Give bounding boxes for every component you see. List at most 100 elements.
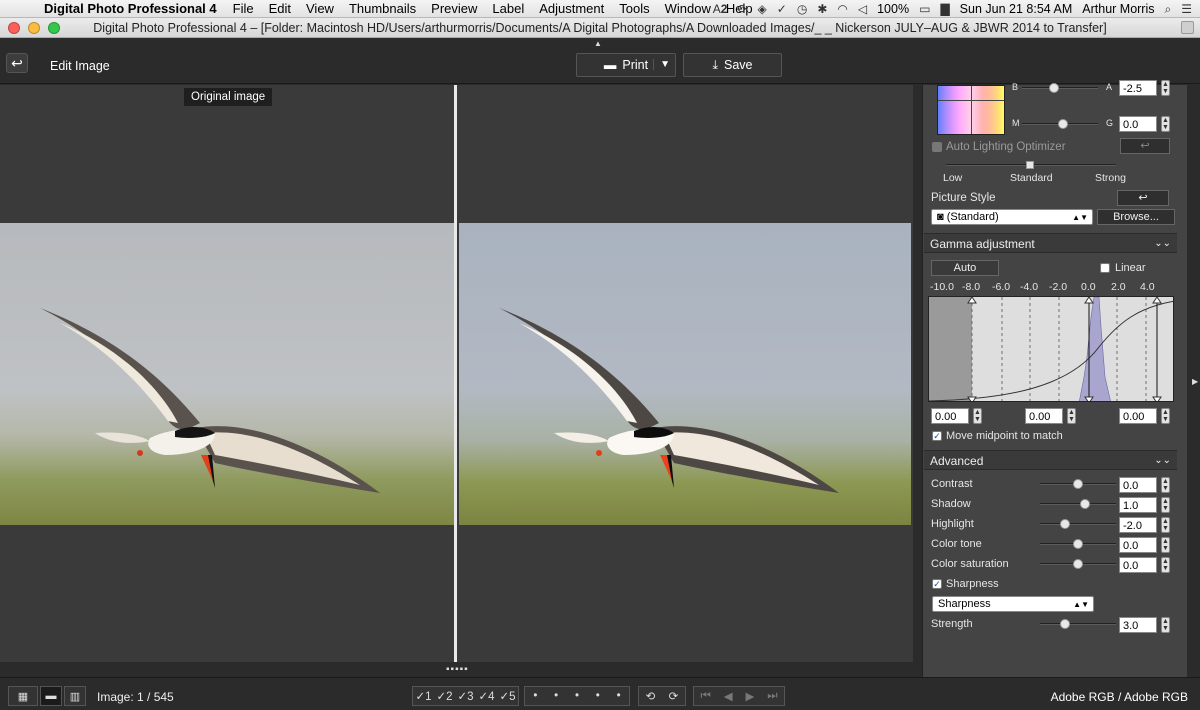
gamma-black-point-stepper[interactable]: ▲ ▼ xyxy=(973,408,982,424)
original-image[interactable] xyxy=(0,223,454,525)
menu-preview[interactable]: Preview xyxy=(431,1,477,16)
collapse-toolbar-icon[interactable]: ▲ xyxy=(594,39,602,48)
alo-level-slider[interactable] xyxy=(946,160,1116,170)
gamma-black-point-input[interactable]: 0.00 xyxy=(931,408,969,424)
gamma-histogram[interactable] xyxy=(928,296,1174,402)
alo-reset-button[interactable]: ↩ xyxy=(1120,138,1170,154)
print-button[interactable]: ▬ Print ▼ xyxy=(576,53,676,77)
adobe-icon[interactable]: A2 xyxy=(713,2,728,16)
rotate-left-icon[interactable]: ⟲ xyxy=(646,689,656,703)
app-menu[interactable]: Digital Photo Professional 4 xyxy=(44,1,217,16)
color-saturation-input[interactable]: 0.0 xyxy=(1119,557,1157,573)
sharpness-mode-select[interactable]: Sharpness ▲▼ xyxy=(932,596,1094,612)
color-saturation-stepper[interactable]: ▲ ▼ xyxy=(1161,557,1170,573)
move-midpoint-checkbox[interactable]: ✓ xyxy=(932,431,942,441)
g-value-stepper[interactable]: ▲ ▼ xyxy=(1161,116,1170,132)
check-icon[interactable]: ✓ xyxy=(777,2,787,16)
strength-slider[interactable] xyxy=(1040,619,1116,629)
panel-collapse-strip[interactable]: ▶ xyxy=(1188,85,1200,677)
next-image-icon[interactable]: ▶ xyxy=(745,689,754,703)
single-view-button[interactable]: ▬ xyxy=(40,686,62,706)
flag-icon[interactable]: ▇ xyxy=(940,2,949,16)
gamma-section-header[interactable]: Gamma adjustment ⌄⌄ xyxy=(924,233,1177,253)
volume-icon[interactable]: ◁ xyxy=(858,2,867,16)
grid-view-button[interactable]: ▦ xyxy=(8,686,38,706)
sync-icon[interactable]: ⟳ xyxy=(737,2,747,16)
contrast-stepper[interactable]: ▲ ▼ xyxy=(1161,477,1170,493)
color-tone-slider[interactable] xyxy=(1040,539,1116,549)
star-dot[interactable]: • xyxy=(617,690,621,702)
color-tone-stepper[interactable]: ▲ ▼ xyxy=(1161,537,1170,553)
star-dot[interactable]: • xyxy=(575,690,579,702)
time-machine-icon[interactable]: ◷ xyxy=(797,2,807,16)
rating-4-button[interactable]: ✓4 xyxy=(478,689,494,703)
menu-tools[interactable]: Tools xyxy=(619,1,649,16)
shadow-slider[interactable] xyxy=(1040,499,1116,509)
search-icon[interactable]: ⌕ xyxy=(1165,2,1172,17)
star-dot[interactable]: • xyxy=(596,690,600,702)
menu-view[interactable]: View xyxy=(306,1,334,16)
print-dropdown-icon[interactable]: ▼ xyxy=(653,59,670,70)
sharpness-checkbox[interactable]: ✓ xyxy=(932,579,942,589)
ba-slider[interactable] xyxy=(1022,83,1098,93)
auto-lighting-checkbox[interactable] xyxy=(932,142,942,152)
save-button[interactable]: ⤓ Save xyxy=(683,53,782,77)
rotate-right-icon[interactable]: ⟳ xyxy=(669,689,679,703)
white-balance-color-grid[interactable] xyxy=(937,85,1005,135)
collapse-chevron-icon[interactable]: ⌄⌄ xyxy=(1154,451,1171,471)
contrast-slider[interactable] xyxy=(1040,479,1116,489)
advanced-section-header[interactable]: Advanced ⌄⌄ xyxy=(924,450,1177,470)
rating-5-button[interactable]: ✓5 xyxy=(499,689,515,703)
rating-2-button[interactable]: ✓2 xyxy=(436,689,452,703)
star-dot[interactable]: • xyxy=(554,690,558,702)
gamma-auto-button[interactable]: Auto xyxy=(931,260,999,276)
menubar-user[interactable]: Arthur Morris xyxy=(1082,2,1154,16)
menu-window[interactable]: Window xyxy=(665,1,711,16)
back-button[interactable]: ↩ xyxy=(6,53,28,73)
color-tone-input[interactable]: 0.0 xyxy=(1119,537,1157,553)
picture-style-reset-button[interactable]: ↩ xyxy=(1117,190,1169,206)
menu-edit[interactable]: Edit xyxy=(269,1,291,16)
contrast-input[interactable]: 0.0 xyxy=(1119,477,1157,493)
wifi-icon[interactable]: ◠ xyxy=(837,2,847,16)
first-image-icon[interactable]: ⏮ xyxy=(700,690,710,703)
expand-panel-icon[interactable]: ▶ xyxy=(1192,377,1198,386)
strength-input[interactable]: 3.0 xyxy=(1119,617,1157,633)
strength-stepper[interactable]: ▲ ▼ xyxy=(1161,617,1170,633)
highlight-slider[interactable] xyxy=(1040,519,1116,529)
split-view-button[interactable]: ▥ xyxy=(64,686,86,706)
menu-adjustment[interactable]: Adjustment xyxy=(539,1,604,16)
linear-checkbox[interactable] xyxy=(1100,263,1110,273)
edited-image[interactable] xyxy=(459,223,911,525)
bluetooth-icon[interactable]: ✱ xyxy=(817,2,827,16)
minimize-window-button[interactable] xyxy=(28,22,40,34)
fullscreen-button[interactable] xyxy=(1181,21,1194,34)
menu-thumbnails[interactable]: Thumbnails xyxy=(349,1,416,16)
gamma-midpoint-input[interactable]: 0.00 xyxy=(1025,408,1063,424)
rating-1-button[interactable]: ✓1 xyxy=(415,689,431,703)
menu-file[interactable]: File xyxy=(233,1,254,16)
shadow-stepper[interactable]: ▲ ▼ xyxy=(1161,497,1170,513)
menubar-clock[interactable]: Sun Jun 21 8:54 AM xyxy=(960,2,1073,16)
battery-icon[interactable]: ▭ xyxy=(919,2,930,16)
a-value-stepper[interactable]: ▲ ▼ xyxy=(1161,80,1170,96)
browse-button[interactable]: Browse... xyxy=(1097,209,1175,225)
rating-3-button[interactable]: ✓3 xyxy=(457,689,473,703)
last-image-icon[interactable]: ⏭ xyxy=(767,690,777,703)
mg-slider[interactable] xyxy=(1022,119,1098,129)
prev-image-icon[interactable]: ◀ xyxy=(724,689,733,703)
gamma-white-point-stepper[interactable]: ▲ ▼ xyxy=(1161,408,1170,424)
highlight-stepper[interactable]: ▲ ▼ xyxy=(1161,517,1170,533)
shadow-input[interactable]: 1.0 xyxy=(1119,497,1157,513)
zoom-window-button[interactable] xyxy=(48,22,60,34)
gamma-white-point-input[interactable]: 0.00 xyxy=(1119,408,1157,424)
a-value-input[interactable]: -2.5 xyxy=(1119,80,1157,96)
menu-label[interactable]: Label xyxy=(492,1,524,16)
color-saturation-slider[interactable] xyxy=(1040,559,1116,569)
star-dot[interactable]: • xyxy=(533,690,537,702)
collapse-chevron-icon[interactable]: ⌄⌄ xyxy=(1154,234,1171,254)
highlight-input[interactable]: -2.0 xyxy=(1119,517,1157,533)
image-viewer[interactable]: Original image xyxy=(0,85,913,662)
dropbox-icon[interactable]: ◈ xyxy=(758,2,767,16)
picture-style-select[interactable]: ◙ (Standard) ▲▼ xyxy=(931,209,1093,225)
